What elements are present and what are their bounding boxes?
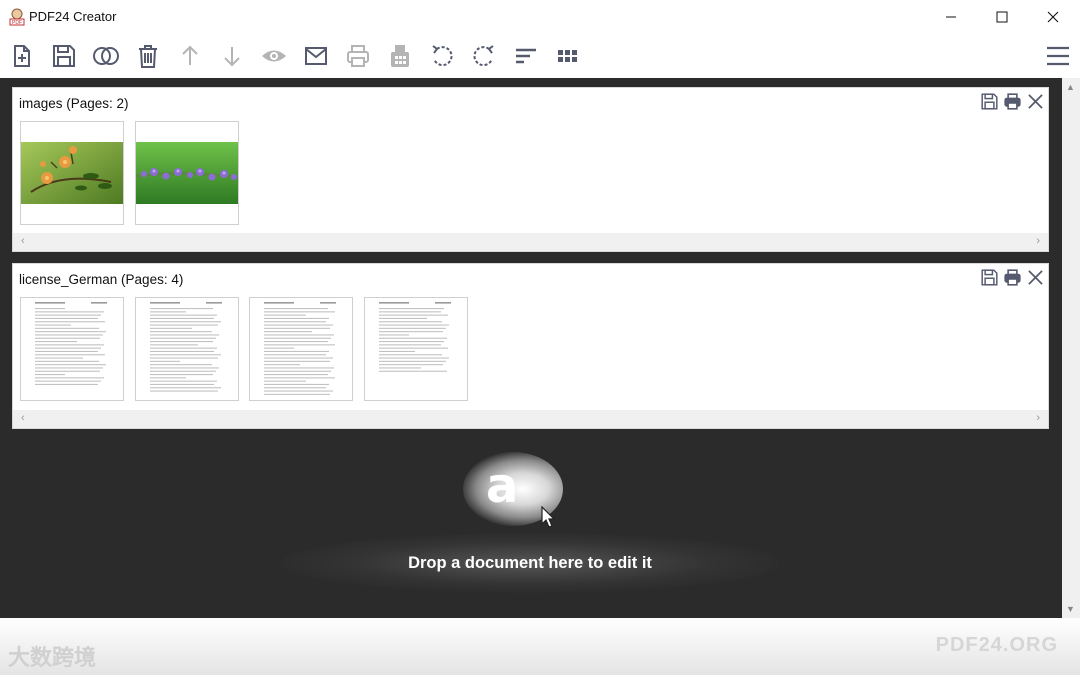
sort-icon xyxy=(516,48,536,64)
drop-zone-label: Drop a document here to edit it xyxy=(408,554,652,572)
scroll-left-icon[interactable]: ‹ xyxy=(21,412,25,424)
fax-icon xyxy=(391,45,409,67)
text-page-preview xyxy=(35,302,107,385)
footer-bar: 大数跨境 PDF24.ORG xyxy=(0,618,1080,675)
move-down-button[interactable] xyxy=(217,41,247,71)
scroll-right-icon[interactable]: › xyxy=(1036,235,1040,247)
toolbar xyxy=(0,34,1080,78)
lavender-photo xyxy=(136,142,238,204)
page-thumbnail[interactable] xyxy=(135,121,239,225)
mouse-cursor-icon xyxy=(541,506,556,528)
title-bar: PDF PDF24 Creator xyxy=(0,0,1080,34)
print-icon xyxy=(347,45,369,67)
document-title: license_German (Pages: 4) xyxy=(19,272,184,287)
document-print-button[interactable] xyxy=(1002,267,1023,288)
hamburger-icon xyxy=(1047,46,1069,66)
print-button[interactable] xyxy=(343,41,373,71)
drop-icon-letter: a xyxy=(486,458,519,514)
close-window-button[interactable] xyxy=(1030,0,1076,34)
horizontal-scrollbar[interactable]: ‹ › xyxy=(13,233,1048,251)
svg-text:PDF: PDF xyxy=(12,20,22,26)
add-file-icon xyxy=(14,45,30,67)
maximize-button[interactable] xyxy=(979,0,1025,34)
save-button[interactable] xyxy=(49,41,79,71)
document-print-button[interactable] xyxy=(1002,91,1023,112)
close-icon xyxy=(1028,94,1043,109)
print-icon xyxy=(1004,269,1021,286)
sort-button[interactable] xyxy=(511,41,541,71)
fax-button[interactable] xyxy=(385,41,415,71)
print-icon xyxy=(1004,93,1021,110)
document-panel-license-german[interactable]: license_German (Pages: 4) ‹ › xyxy=(12,263,1049,429)
email-button[interactable] xyxy=(301,41,331,71)
document-close-button[interactable] xyxy=(1025,267,1046,288)
document-save-button[interactable] xyxy=(979,267,1000,288)
horizontal-scrollbar[interactable]: ‹ › xyxy=(13,410,1048,428)
text-page-preview xyxy=(264,302,336,395)
flower-photo xyxy=(21,142,123,204)
pdf24-logo-icon: PDF xyxy=(9,8,25,26)
arrow-up-icon xyxy=(182,45,198,65)
document-panel-images[interactable]: images (Pages: 2) ‹ › xyxy=(12,87,1049,252)
rotate-left-button[interactable] xyxy=(427,41,457,71)
scroll-down-icon[interactable]: ▼ xyxy=(1066,604,1075,614)
page-thumbnail[interactable] xyxy=(364,297,468,401)
document-actions xyxy=(979,91,1046,112)
minimize-button[interactable] xyxy=(928,0,974,34)
merge-icon xyxy=(93,47,119,65)
document-save-button[interactable] xyxy=(979,91,1000,112)
page-thumbnail[interactable] xyxy=(20,297,124,401)
window-title: PDF24 Creator xyxy=(29,9,117,24)
minimize-icon xyxy=(946,16,956,18)
page-thumbnail[interactable] xyxy=(249,297,353,401)
add-file-button[interactable] xyxy=(7,41,37,71)
preview-button[interactable] xyxy=(259,41,289,71)
mail-icon xyxy=(305,47,327,65)
vertical-scrollbar[interactable]: ▲ ▼ xyxy=(1062,78,1080,618)
close-icon xyxy=(1047,11,1059,23)
scroll-left-icon[interactable]: ‹ xyxy=(21,235,25,247)
document-close-button[interactable] xyxy=(1025,91,1046,112)
rotate-right-icon xyxy=(473,45,494,67)
grid-icon xyxy=(558,50,577,62)
move-up-button[interactable] xyxy=(175,41,205,71)
watermark: 大数跨境 xyxy=(8,645,97,670)
main-menu-button[interactable] xyxy=(1043,41,1073,71)
document-title: images (Pages: 2) xyxy=(19,96,129,111)
trash-icon xyxy=(139,45,157,68)
rotate-right-button[interactable] xyxy=(469,41,499,71)
rotate-left-icon xyxy=(432,45,453,67)
delete-button[interactable] xyxy=(133,41,163,71)
close-icon xyxy=(1028,270,1043,285)
text-page-preview xyxy=(150,302,222,392)
merge-button[interactable] xyxy=(91,41,121,71)
scroll-right-icon[interactable]: › xyxy=(1036,412,1040,424)
save-icon xyxy=(981,269,998,286)
brand-label: PDF24.ORG xyxy=(935,634,1058,656)
scroll-up-icon[interactable]: ▲ xyxy=(1066,82,1075,92)
save-icon xyxy=(981,93,998,110)
eye-icon xyxy=(262,50,286,62)
maximize-icon xyxy=(996,11,1008,23)
save-icon xyxy=(53,45,75,67)
page-thumbnail[interactable] xyxy=(135,297,239,401)
text-page-preview xyxy=(379,302,451,372)
page-thumbnail[interactable] xyxy=(20,121,124,225)
drop-zone[interactable]: a Drop a document here to edit it xyxy=(280,448,780,598)
document-actions xyxy=(979,267,1046,288)
arrow-down-icon xyxy=(224,47,240,67)
grid-view-button[interactable] xyxy=(553,41,583,71)
